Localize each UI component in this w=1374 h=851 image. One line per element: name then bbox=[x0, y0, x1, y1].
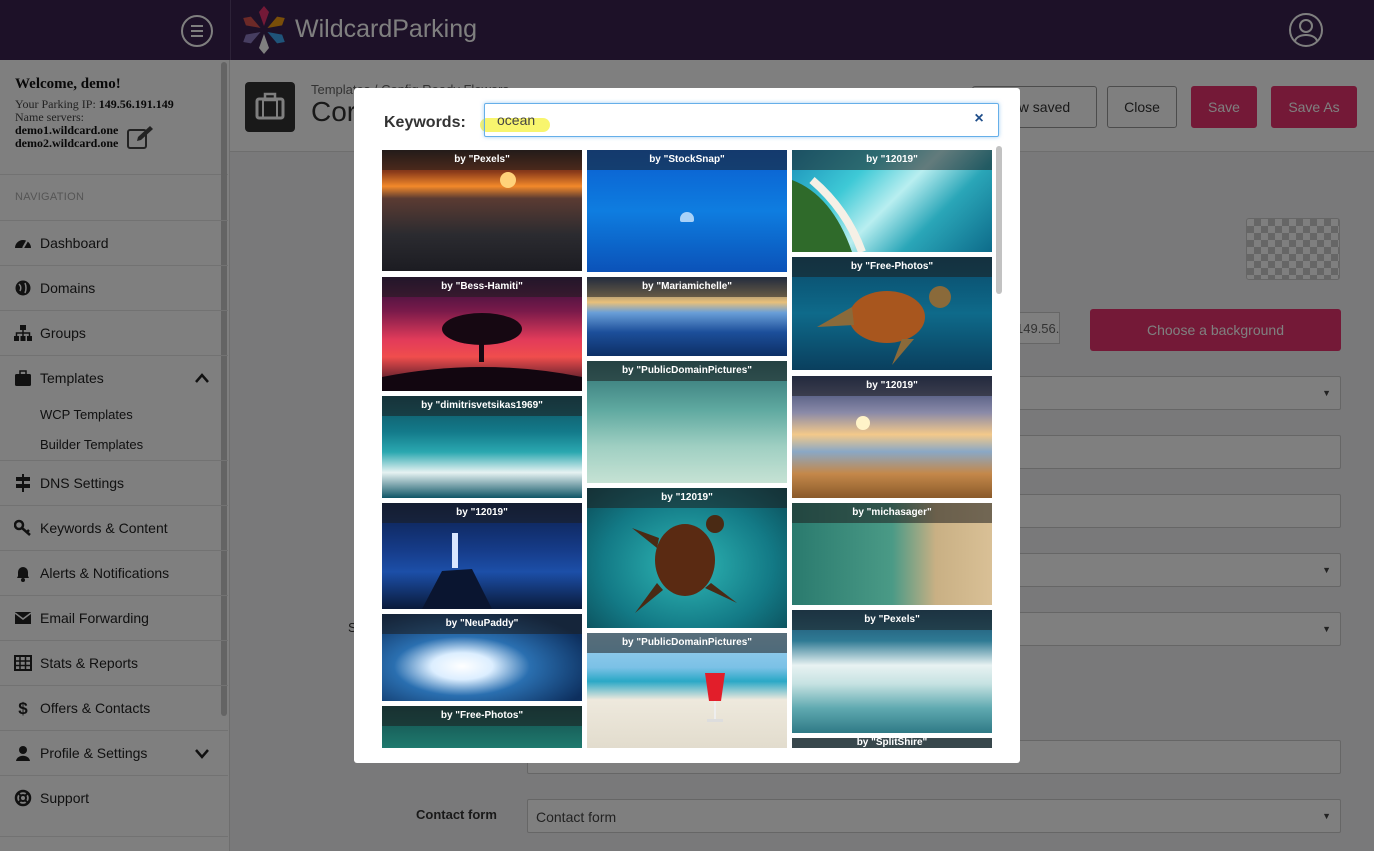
gallery-scrollbar[interactable] bbox=[996, 146, 1002, 294]
image-credit: by "Pexels" bbox=[792, 610, 992, 630]
image-tile[interactable]: by "Pexels" bbox=[792, 610, 992, 733]
image-credit: by "Pexels" bbox=[382, 150, 582, 170]
image-tile[interactable]: by "Free-Photos" bbox=[382, 706, 582, 748]
image-tile[interactable]: by "NeuPaddy" bbox=[382, 614, 582, 701]
image-tile[interactable]: by "12019" bbox=[792, 376, 992, 498]
image-tile[interactable]: by "12019" bbox=[382, 503, 582, 609]
image-credit: by "PublicDomainPictures" bbox=[587, 361, 787, 381]
image-tile[interactable]: by "dimitrisvetsikas1969" bbox=[382, 396, 582, 498]
image-credit: by "SplitShire" bbox=[792, 738, 992, 748]
image-tile[interactable]: by "Bess-Hamiti" bbox=[382, 277, 582, 391]
image-tile[interactable]: by "12019" bbox=[587, 488, 787, 628]
image-tile[interactable]: by "SplitShire" bbox=[792, 738, 992, 748]
image-credit: by "NeuPaddy" bbox=[382, 614, 582, 634]
image-credit: by "Bess-Hamiti" bbox=[382, 277, 582, 297]
image-tile[interactable]: by "PublicDomainPictures" bbox=[587, 633, 787, 748]
image-tile[interactable]: by "StockSnap" bbox=[587, 150, 787, 272]
image-tile[interactable]: by "michasager" bbox=[792, 503, 992, 605]
image-credit: by "michasager" bbox=[792, 503, 992, 523]
image-credit: by "dimitrisvetsikas1969" bbox=[382, 396, 582, 416]
image-credit: by "StockSnap" bbox=[587, 150, 787, 170]
image-credit: by "12019" bbox=[382, 503, 582, 523]
image-credit: by "PublicDomainPictures" bbox=[587, 633, 787, 653]
image-tile[interactable]: by "Pexels" bbox=[382, 150, 582, 271]
image-credit: by "12019" bbox=[792, 150, 992, 170]
image-credit: by "Free-Photos" bbox=[382, 706, 582, 726]
image-tile[interactable]: by "12019" bbox=[792, 150, 992, 252]
keywords-label: Keywords: bbox=[384, 114, 466, 131]
image-credit: by "Mariamichelle" bbox=[587, 277, 787, 297]
image-tile[interactable]: by "Mariamichelle" bbox=[587, 277, 787, 356]
image-credit: by "Free-Photos" bbox=[792, 257, 992, 277]
clear-keywords-button[interactable]: × bbox=[971, 110, 987, 128]
image-credit: by "12019" bbox=[792, 376, 992, 396]
image-tile[interactable]: by "PublicDomainPictures" bbox=[587, 361, 787, 483]
image-tile[interactable]: by "Free-Photos" bbox=[792, 257, 992, 370]
keywords-input[interactable] bbox=[484, 103, 999, 137]
image-credit: by "12019" bbox=[587, 488, 787, 508]
background-search-modal: Keywords: × by "Pexels" by "Bess-Hamiti"… bbox=[354, 88, 1020, 763]
